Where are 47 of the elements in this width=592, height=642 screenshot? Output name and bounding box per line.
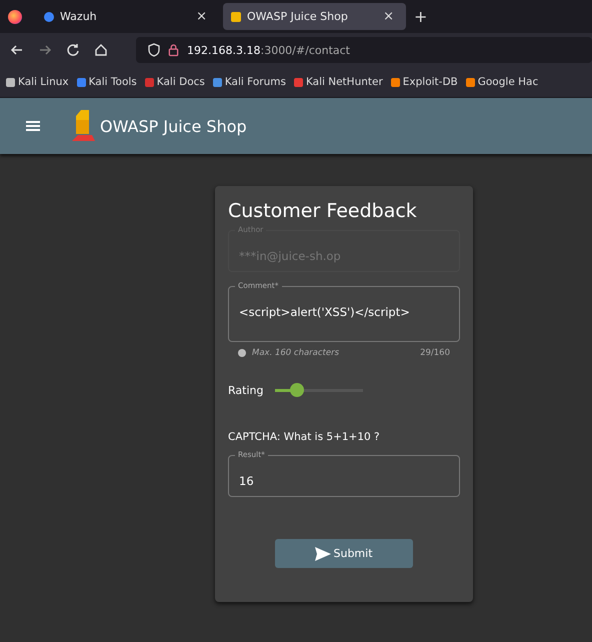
field-value: 16 (239, 474, 254, 488)
submit-button[interactable]: Submit (275, 539, 413, 568)
lock-icon[interactable] (168, 43, 179, 57)
bookmark-icon (466, 78, 475, 86)
bookmark[interactable]: Google Hac (466, 76, 538, 88)
form-title: Customer Feedback (228, 200, 418, 222)
app-title: OWASP Juice Shop (100, 116, 247, 136)
bookmark[interactable]: Kali Forums (212, 76, 286, 88)
close-button[interactable]: × (379, 9, 398, 24)
send-icon (315, 546, 332, 560)
shield-icon[interactable] (148, 43, 160, 57)
menu-icon[interactable] (26, 120, 40, 132)
field-value: <script>alert('XSS')</script> (239, 305, 410, 319)
tab-title: OWASP Juice Shop (247, 10, 349, 23)
bookmark-icon (390, 78, 400, 86)
captcha-question: CAPTCHA: What is 5+1+10 ? (228, 431, 381, 443)
browser-tab[interactable]: Wazuh × (36, 3, 219, 30)
bookmark-label: Exploit-DB (402, 76, 458, 88)
close-button[interactable]: × (192, 9, 211, 24)
bookmark-icon (144, 78, 154, 86)
tab-title: Wazuh (60, 10, 98, 23)
new-tab-button[interactable]: + (410, 7, 432, 26)
bookmark[interactable]: Exploit-DB (390, 76, 458, 88)
bookmark-label: Kali Tools (88, 76, 137, 88)
bookmark[interactable]: Kali Tools (76, 76, 137, 88)
browser-logo-icon[interactable] (8, 10, 22, 24)
bookmark-icon (212, 78, 222, 86)
reload-icon[interactable] (66, 43, 80, 57)
browser-tab[interactable]: OWASP Juice Shop × (223, 3, 406, 30)
bookmark-icon (76, 78, 86, 86)
bookmark-icon (294, 78, 303, 86)
bookmark-label: Kali Linux (18, 76, 69, 88)
character-count: 29/160 (420, 348, 450, 358)
bookmark-label: Google Hac (478, 76, 538, 88)
forward-icon[interactable] (38, 43, 52, 57)
slider-thumb[interactable] (290, 383, 304, 397)
bookmark-label: Kali Forums (224, 76, 286, 88)
address-field[interactable]: 192.168.3.18:3000/#/contact (187, 44, 350, 56)
bookmark[interactable]: Kali Docs (144, 76, 205, 88)
rating-label: Rating (228, 384, 264, 397)
home-icon[interactable] (94, 43, 108, 57)
back-icon[interactable] (10, 43, 24, 57)
bookmark-label: Kali Docs (156, 76, 205, 88)
bookmark-icon (6, 78, 15, 86)
info-icon (238, 349, 246, 357)
bookmark[interactable]: Kali Linux (6, 76, 69, 88)
hint-text: Max. 160 characters (252, 348, 340, 358)
